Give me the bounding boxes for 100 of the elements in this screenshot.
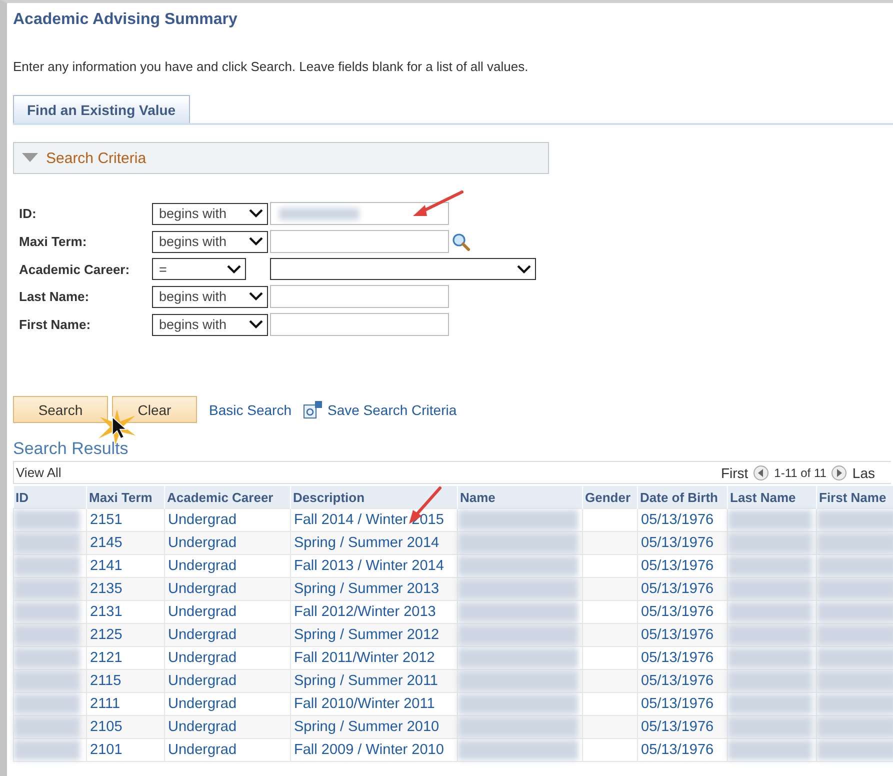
field-label: First Name: <box>19 317 92 332</box>
field-label: Academic Career: <box>19 262 131 276</box>
previous-icon[interactable] <box>753 464 770 480</box>
table-cell: Spring / Summer 2010 <box>290 716 458 738</box>
table-cell: 2121 <box>86 646 164 670</box>
column-header[interactable]: Date of Birth <box>638 486 728 508</box>
table-cell: Spring / Summer 2014 <box>290 532 458 554</box>
first-link[interactable]: First <box>720 464 748 480</box>
table-cell: Undergrad <box>164 738 290 762</box>
column-header[interactable]: Gender <box>582 486 638 508</box>
table-cell: Spring / Summer 2012 <box>290 624 458 646</box>
redacted-value <box>14 648 80 668</box>
table-cell: Spring / Summer 2011 <box>290 670 458 692</box>
table-cell: 2135 <box>86 578 164 600</box>
dropdown-caret-icon <box>517 264 531 274</box>
table-cell: 2131 <box>86 600 164 624</box>
input-field[interactable] <box>270 230 449 253</box>
search-button[interactable]: Search <box>13 396 108 423</box>
save-criteria-icon[interactable] <box>303 400 324 420</box>
table-cell: Undergrad <box>164 716 290 738</box>
table-cell: 05/13/1976 <box>638 624 728 646</box>
operator-dropdown[interactable]: begins with <box>152 314 268 336</box>
lookup-magnifier-icon[interactable] <box>452 232 470 250</box>
dropdown-caret-icon <box>227 264 241 274</box>
table-cell: 05/13/1976 <box>638 578 728 600</box>
page-title: Academic Advising Summary <box>13 11 238 29</box>
table-cell: 05/13/1976 <box>638 738 728 762</box>
redacted-value <box>14 556 80 576</box>
table-cell: Fall 2012/Winter 2013 <box>290 600 458 624</box>
table-cell: Undergrad <box>164 670 290 692</box>
table-cell: 05/13/1976 <box>638 646 728 670</box>
column-header[interactable]: Academic Career <box>164 486 290 508</box>
redacted-value <box>14 740 80 760</box>
table-cell: 05/13/1976 <box>638 716 728 738</box>
redacted-value <box>14 510 80 530</box>
column-header[interactable]: ID <box>14 486 86 508</box>
table-cell: 05/13/1976 <box>638 532 728 554</box>
save-search-criteria-link[interactable]: Save Search Criteria <box>327 402 457 418</box>
table-cell: Undergrad <box>164 578 290 600</box>
operator-dropdown[interactable]: begins with <box>152 286 268 308</box>
redacted-value <box>14 533 80 553</box>
table-cell: 2111 <box>86 692 164 716</box>
redacted-value <box>14 579 80 599</box>
results-title: Search Results <box>13 439 130 459</box>
operator-dropdown[interactable]: = <box>152 258 246 280</box>
table-cell: 05/13/1976 <box>638 692 728 716</box>
dropdown-caret-icon <box>249 320 263 329</box>
table-cell: Undergrad <box>164 600 290 624</box>
redacted-value <box>14 671 80 691</box>
table-cell: Undergrad <box>164 508 290 532</box>
dropdown-caret-icon <box>249 292 263 301</box>
table-cell: Spring / Summer 2013 <box>290 578 458 600</box>
operator-dropdown[interactable]: begins with <box>152 230 268 252</box>
table-cell: 2101 <box>86 738 164 762</box>
instructions-text: Enter any information you have and click Search. Leave fields blank for a list of all values. <box>13 59 528 74</box>
dropdown-caret-icon <box>249 209 263 218</box>
redacted-value <box>14 602 80 622</box>
table-cell: Undergrad <box>164 554 290 578</box>
table-cell: Fall 2013 / Winter 2014 <box>290 554 458 578</box>
table-cell: 05/13/1976 <box>638 600 728 624</box>
section-header[interactable]: Search Criteria <box>13 142 549 174</box>
view-all-link[interactable]: View All <box>16 465 62 480</box>
table-cell: 05/13/1976 <box>638 670 728 692</box>
section-title: Search Criteria <box>46 150 146 166</box>
table-cell: Fall 2009 / Winter 2010 <box>290 738 458 762</box>
column-header[interactable]: Description <box>290 486 458 508</box>
table-cell: Undergrad <box>164 692 290 716</box>
page-range: 1-11 of 11 <box>774 466 826 480</box>
clear-button[interactable]: Clear <box>112 396 197 423</box>
redacted-value <box>14 694 80 714</box>
field-label: ID: <box>19 206 38 221</box>
column-header[interactable]: Last Name <box>728 486 816 508</box>
table-cell: 2151 <box>86 508 164 532</box>
column-header[interactable]: Maxi Term <box>86 486 164 508</box>
table-cell: 2141 <box>86 554 164 578</box>
table-cell: 05/13/1976 <box>638 508 728 532</box>
input-field[interactable] <box>270 285 449 308</box>
table-cell: 2145 <box>86 532 164 554</box>
table-cell: Undergrad <box>164 532 290 554</box>
table-cell: 05/13/1976 <box>638 554 728 578</box>
table-cell: 2125 <box>86 624 164 646</box>
tab[interactable]: Find an Existing Value <box>13 95 190 123</box>
input-field[interactable] <box>270 313 449 336</box>
table-cell: 2115 <box>86 670 164 692</box>
field-label: Last Name: <box>19 289 90 304</box>
table-cell: Fall 2010/Winter 2011 <box>290 692 458 716</box>
column-header[interactable]: First Name <box>816 486 893 508</box>
table-cell: 2105 <box>86 716 164 738</box>
next-icon[interactable] <box>831 464 848 480</box>
column-header[interactable]: Name <box>458 486 582 508</box>
table-cell: Undergrad <box>164 624 290 646</box>
redacted-value <box>14 717 80 737</box>
input-field[interactable] <box>270 202 449 225</box>
basic-search-link[interactable]: Basic Search <box>209 402 292 418</box>
field-label: Maxi Term: <box>19 234 88 249</box>
operator-dropdown[interactable]: begins with <box>152 202 268 224</box>
table-cell: Fall 2011/Winter 2012 <box>290 646 458 670</box>
value-dropdown[interactable] <box>270 258 536 280</box>
dropdown-caret-icon <box>249 237 263 246</box>
last-link[interactable]: Las <box>852 464 875 480</box>
